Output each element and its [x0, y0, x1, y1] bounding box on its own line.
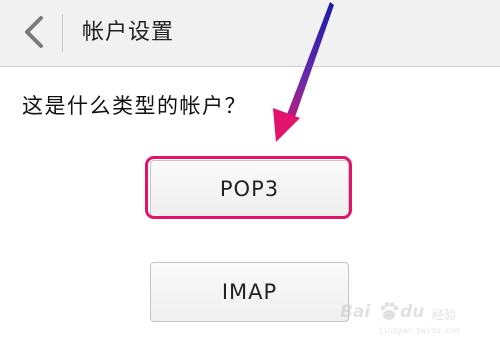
watermark-brand: Bai [340, 302, 371, 322]
paw-icon [380, 302, 399, 320]
baidu-jingyan-watermark: Bai du 经验 jingyan.baidu.com [340, 292, 490, 342]
watermark-sub: 经验 [432, 308, 457, 322]
watermark-url: jingyan.baidu.com [378, 326, 460, 335]
watermark-du: du [400, 302, 425, 322]
account-setup-screen: 帐户设置 这是什么类型的帐户？ POP3 IMAP Bai du 经验 jing… [0, 0, 500, 351]
